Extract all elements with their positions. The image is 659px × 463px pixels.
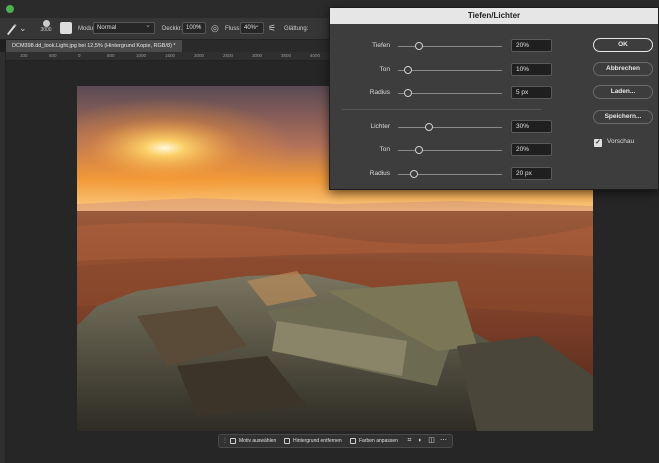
shadows-tone-thumb[interactable] — [404, 66, 413, 74]
ok-button[interactable]: OK — [593, 38, 653, 52]
preview-checkbox[interactable]: ✓ Vorschau — [594, 138, 634, 147]
brush-size-value: 3000 — [40, 27, 52, 33]
opacity-label: Deckkr.: — [162, 26, 184, 32]
shadows-highlights-dialog: Tiefen/Lichter Tiefen 20% Ton 10% Radius… — [329, 7, 659, 190]
shadows-amount-field[interactable]: 20% — [511, 39, 552, 52]
ruler-tick-label: 500 — [49, 53, 57, 58]
remove-background-button[interactable]: Hintergrund entfernen — [283, 435, 342, 447]
airbrush-icon[interactable]: ⚟ — [268, 22, 278, 33]
highlights-amount-slider[interactable] — [398, 123, 502, 131]
shadows-tone-slider[interactable] — [398, 66, 502, 74]
brush-preset-chevron-icon[interactable]: ⌄ — [19, 22, 29, 33]
ruler-tick-label: 2500 — [223, 53, 234, 58]
highlights-radius-field[interactable]: 20 px — [511, 167, 552, 180]
shadows-tone-field[interactable]: 10% — [511, 63, 552, 76]
section-divider — [342, 109, 542, 110]
document-tab[interactable]: DCM398.dd_look.Light.jpg bei 12,5% (Hint… — [6, 40, 182, 52]
highlights-radius-label: Radius — [369, 170, 390, 177]
shadows-amount-slider[interactable] — [398, 42, 502, 50]
window-control-dot[interactable] — [6, 5, 14, 13]
more-options-icon[interactable]: ⋯ — [439, 435, 448, 447]
remove-background-icon — [284, 438, 290, 444]
dialog-title[interactable]: Tiefen/Lichter — [330, 8, 658, 24]
smoothing-label: Glättung: — [284, 26, 309, 32]
mask-icon[interactable]: ◫ — [427, 435, 436, 447]
cancel-button[interactable]: Abbrechen — [593, 62, 653, 76]
remove-background-label: Hintergrund entfernen — [293, 438, 342, 444]
contextual-task-bar: ⋮ Motiv auswählen Hintergrund entfernen … — [218, 434, 453, 448]
checkbox-checked-icon[interactable]: ✓ — [594, 139, 602, 147]
select-subject-icon — [230, 438, 236, 444]
brush-size-picker[interactable]: 3000 — [36, 19, 56, 33]
highlights-radius-slider[interactable] — [398, 170, 502, 178]
ruler-tick-label: 0 — [78, 53, 81, 58]
highlights-tone-slider[interactable] — [398, 146, 502, 154]
brush-settings-icon[interactable] — [60, 22, 72, 34]
shadows-radius-label: Radius — [369, 89, 390, 96]
highlights-radius-thumb[interactable] — [409, 170, 418, 178]
highlights-amount-label: Lichter — [370, 123, 390, 130]
ruler-tick-label: 1500 — [165, 53, 176, 58]
adjust-colors-button[interactable]: Farben anpassen — [349, 435, 398, 447]
save-button[interactable]: Speichern... — [593, 110, 653, 124]
preview-label: Vorschau — [607, 138, 635, 145]
brush-tool-icon[interactable] — [4, 22, 18, 36]
adjust-colors-icon — [350, 438, 356, 444]
flow-select[interactable]: 40% — [240, 21, 264, 34]
select-subject-button[interactable]: Motiv auswählen — [229, 435, 276, 447]
adjust-colors-label: Farben anpassen — [359, 438, 398, 444]
adjustment-circle-icon[interactable]: ◐ — [416, 435, 425, 447]
ruler-tick-label: 3500 — [281, 53, 292, 58]
brush-tip-icon — [42, 20, 50, 27]
flow-label: Fluss: — [225, 26, 242, 32]
ruler-tick-label: 500 — [107, 53, 115, 58]
mode-select[interactable]: Normal — [93, 21, 155, 34]
ruler-tick-label: 2000 — [194, 53, 205, 58]
highlights-tone-field[interactable]: 20% — [511, 143, 552, 156]
shadows-radius-field[interactable]: 5 px — [511, 86, 552, 99]
shadows-amount-thumb[interactable] — [414, 42, 423, 50]
highlights-amount-thumb[interactable] — [425, 123, 434, 131]
pressure-opacity-icon[interactable]: ◎ — [211, 22, 221, 33]
shadows-radius-slider[interactable] — [398, 89, 502, 97]
crop-icon[interactable]: ⌗ — [405, 435, 414, 447]
select-subject-label: Motiv auswählen — [239, 438, 277, 444]
shadows-radius-thumb[interactable] — [404, 89, 413, 97]
ruler-tick-label: 4000 — [310, 53, 321, 58]
opacity-select[interactable]: 100% — [182, 21, 206, 34]
shadows-amount-label: Tiefen — [372, 42, 390, 49]
shadows-tone-label: Ton — [379, 66, 390, 73]
highlights-amount-field[interactable]: 30% — [511, 120, 552, 133]
ruler-tick-label: 1000 — [136, 53, 147, 58]
ruler-tick-label: 3000 — [252, 53, 263, 58]
load-button[interactable]: Laden... — [593, 85, 653, 99]
highlights-tone-label: Ton — [379, 146, 390, 153]
ruler-tick-label: 100 — [20, 53, 28, 58]
drag-handle-icon[interactable]: ⋮ — [222, 435, 228, 447]
highlights-tone-thumb[interactable] — [414, 146, 423, 154]
